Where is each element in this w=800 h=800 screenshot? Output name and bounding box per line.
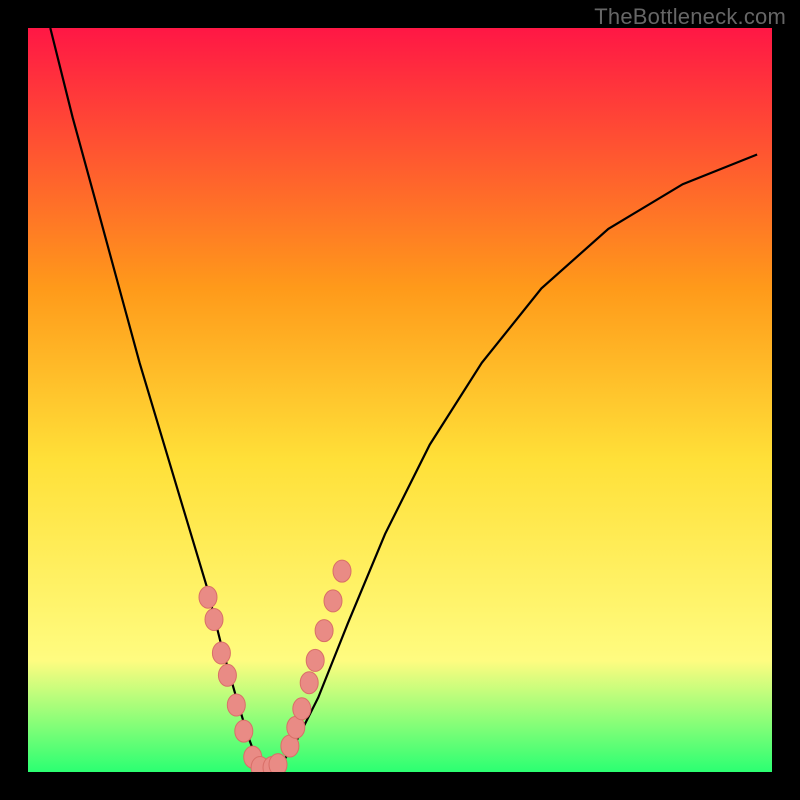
watermark-text: TheBottleneck.com (594, 4, 786, 30)
outer-frame: TheBottleneck.com (0, 0, 800, 800)
marker-point (227, 694, 245, 716)
marker-point (315, 620, 333, 642)
marker-point (212, 642, 230, 664)
marker-point (235, 720, 253, 742)
marker-point (205, 609, 223, 631)
marker-point (300, 672, 318, 694)
gradient-background (28, 28, 772, 772)
marker-point (218, 664, 236, 686)
marker-point (324, 590, 342, 612)
marker-point (306, 649, 324, 671)
marker-point (293, 698, 311, 720)
marker-point (269, 754, 287, 772)
marker-point (333, 560, 351, 582)
plot-svg (28, 28, 772, 772)
marker-point (199, 586, 217, 608)
plot-area (28, 28, 772, 772)
